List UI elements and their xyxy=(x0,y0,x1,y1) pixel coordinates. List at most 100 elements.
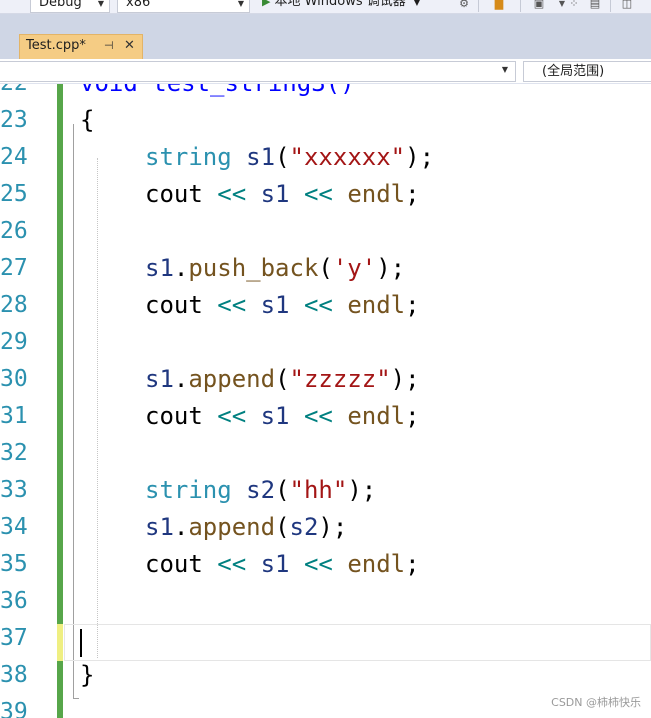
line-number: 28 xyxy=(0,292,28,318)
window-icon[interactable]: ▤ xyxy=(588,0,602,11)
code-token: ; xyxy=(361,476,377,504)
code-token: << xyxy=(217,180,247,208)
dots-icon[interactable]: ⁘ xyxy=(567,0,581,11)
code-line-35: cout << s1 << endl; xyxy=(145,546,420,583)
tab-title: Test.cpp* xyxy=(26,38,86,53)
line-number: 26 xyxy=(0,218,28,244)
code-token: ; xyxy=(405,402,420,430)
code-token: . xyxy=(173,365,189,393)
code-token: string xyxy=(145,476,232,504)
chevron-down-icon: ▼ xyxy=(237,0,244,8)
solution-config-dropdown[interactable]: Debug ▼ xyxy=(30,0,110,13)
code-line-28: cout << s1 << endl; xyxy=(145,287,420,324)
platform-value: x86 xyxy=(126,0,151,10)
code-line-34: s1.append(s2); xyxy=(145,509,347,546)
line-number: 36 xyxy=(0,588,28,614)
code-token: append xyxy=(188,513,276,541)
line-number: 23 xyxy=(0,107,28,133)
scope-dropdown[interactable]: (全局范围) xyxy=(523,61,651,82)
code-token: ; xyxy=(405,180,420,208)
toolbar-separator xyxy=(478,0,479,12)
code-token: ; xyxy=(332,513,348,541)
code-token: << xyxy=(217,291,247,319)
code-token: ; xyxy=(405,550,420,578)
line-number: 37 xyxy=(0,625,28,651)
solution-config-value: Debug xyxy=(39,0,82,10)
code-token: s1 xyxy=(260,402,290,430)
code-token: << xyxy=(303,550,333,578)
change-tracking-bar xyxy=(57,84,63,718)
code-token: ; xyxy=(390,254,406,282)
code-token: cout xyxy=(145,402,203,430)
code-token: cout xyxy=(145,550,203,578)
code-token: << xyxy=(303,402,333,430)
code-token: << xyxy=(217,402,247,430)
line-number: 24 xyxy=(0,144,28,170)
code-line-22: void test_string3() xyxy=(80,84,355,102)
layout-icon[interactable]: ◫ xyxy=(620,0,634,11)
code-token: ( xyxy=(275,365,290,393)
camera-icon[interactable]: ▣ xyxy=(532,0,546,11)
code-token: s1 xyxy=(145,513,174,541)
play-icon: ▶ xyxy=(262,0,271,8)
code-token: s1 xyxy=(145,254,174,282)
text-caret xyxy=(80,629,82,657)
code-line-27: s1.push_back('y'); xyxy=(145,250,405,287)
line-number: 22 xyxy=(0,84,44,102)
code-token: ; xyxy=(419,143,435,171)
line-number: 38 xyxy=(0,662,28,688)
code-token: ( xyxy=(318,254,333,282)
code-token: void test_string3() xyxy=(80,84,355,97)
line-number: 35 xyxy=(0,551,28,577)
toolbar-separator xyxy=(610,0,611,12)
line-number: 30 xyxy=(0,366,28,392)
toolbar: Debug ▼ x86 ▼ ▶ 本地 Windows 调试器 ▼ ⚙ ▆ ▣ ▼ … xyxy=(0,0,651,14)
line-number-margin: 22 23 24 25 26 27 28 29 30 31 32 33 34 3… xyxy=(0,84,52,718)
indent-guide xyxy=(97,158,98,658)
tab-test-cpp[interactable]: Test.cpp* ⊣ ✕ xyxy=(19,34,143,59)
code-token: cout xyxy=(145,180,203,208)
line-number: 32 xyxy=(0,440,28,466)
code-token: string xyxy=(145,143,232,171)
code-token: s1 xyxy=(246,143,276,171)
code-token: s1 xyxy=(260,550,290,578)
settings-icon[interactable]: ⚙ xyxy=(457,0,471,11)
chevron-down-icon[interactable]: ▼ xyxy=(414,0,420,7)
code-token: ( xyxy=(275,476,290,504)
close-brace: } xyxy=(80,661,95,689)
code-token: << xyxy=(217,550,247,578)
code-token: ) xyxy=(390,365,406,393)
line-number: 29 xyxy=(0,329,28,355)
line-number: 31 xyxy=(0,403,28,429)
code-line-38: } xyxy=(80,657,94,694)
code-token: ; xyxy=(405,365,420,393)
outlining-end xyxy=(73,698,79,699)
start-debugging-button[interactable]: ▶ 本地 Windows 调试器 ▼ xyxy=(262,0,420,13)
code-token: "hh" xyxy=(289,476,348,504)
code-token: cout xyxy=(145,291,203,319)
toolbar-separator xyxy=(520,0,521,12)
platform-dropdown[interactable]: x86 ▼ xyxy=(117,0,250,13)
code-line-23: { xyxy=(80,102,94,139)
code-token: ) xyxy=(347,476,362,504)
start-debugging-label: 本地 Windows 调试器 xyxy=(274,0,406,9)
code-token: endl xyxy=(347,180,406,208)
current-line-highlight xyxy=(64,624,651,661)
code-line-25: cout << s1 << endl; xyxy=(145,176,420,213)
find-icon[interactable]: ▆ xyxy=(492,0,506,11)
code-token: endl xyxy=(347,402,406,430)
code-token: s2 xyxy=(246,476,276,504)
code-token: "xxxxxx" xyxy=(289,143,406,171)
chevron-down-icon: ▼ xyxy=(97,0,104,8)
close-icon[interactable]: ✕ xyxy=(124,35,135,57)
code-token: s1 xyxy=(260,180,290,208)
code-line-33: string s2("hh"); xyxy=(145,472,376,509)
line-number: 39 xyxy=(0,699,28,718)
pin-icon[interactable]: ⊣ xyxy=(104,35,114,57)
member-dropdown[interactable]: ▼ xyxy=(0,61,516,82)
code-editor[interactable]: 22 23 24 25 26 27 28 29 30 31 32 33 34 3… xyxy=(0,84,651,718)
code-token: ( xyxy=(275,143,290,171)
line-number: 25 xyxy=(0,181,28,207)
line-number: 27 xyxy=(0,255,28,281)
code-token: endl xyxy=(347,550,406,578)
